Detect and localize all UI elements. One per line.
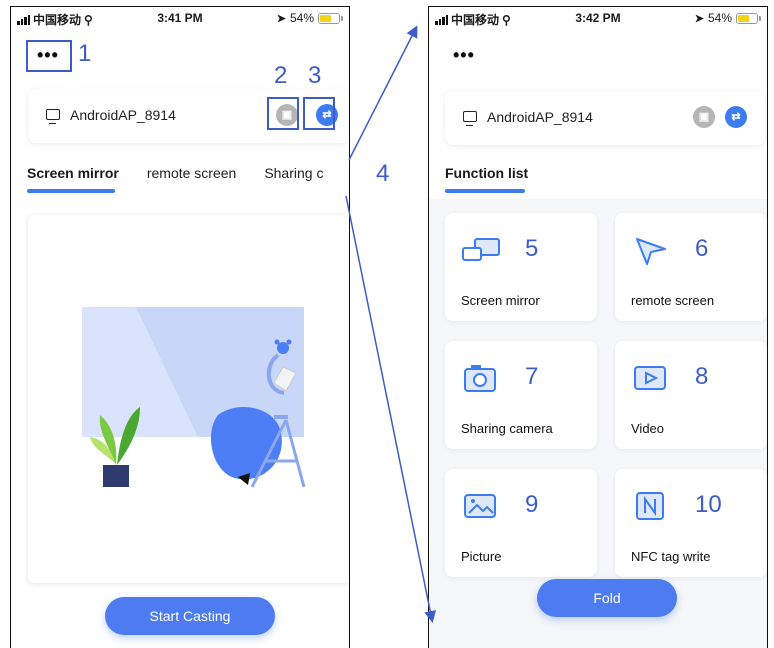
arrow-overlay	[345, 25, 437, 623]
arrow-to-right-bottom	[345, 195, 437, 623]
arrow-to-right-top	[348, 25, 418, 161]
